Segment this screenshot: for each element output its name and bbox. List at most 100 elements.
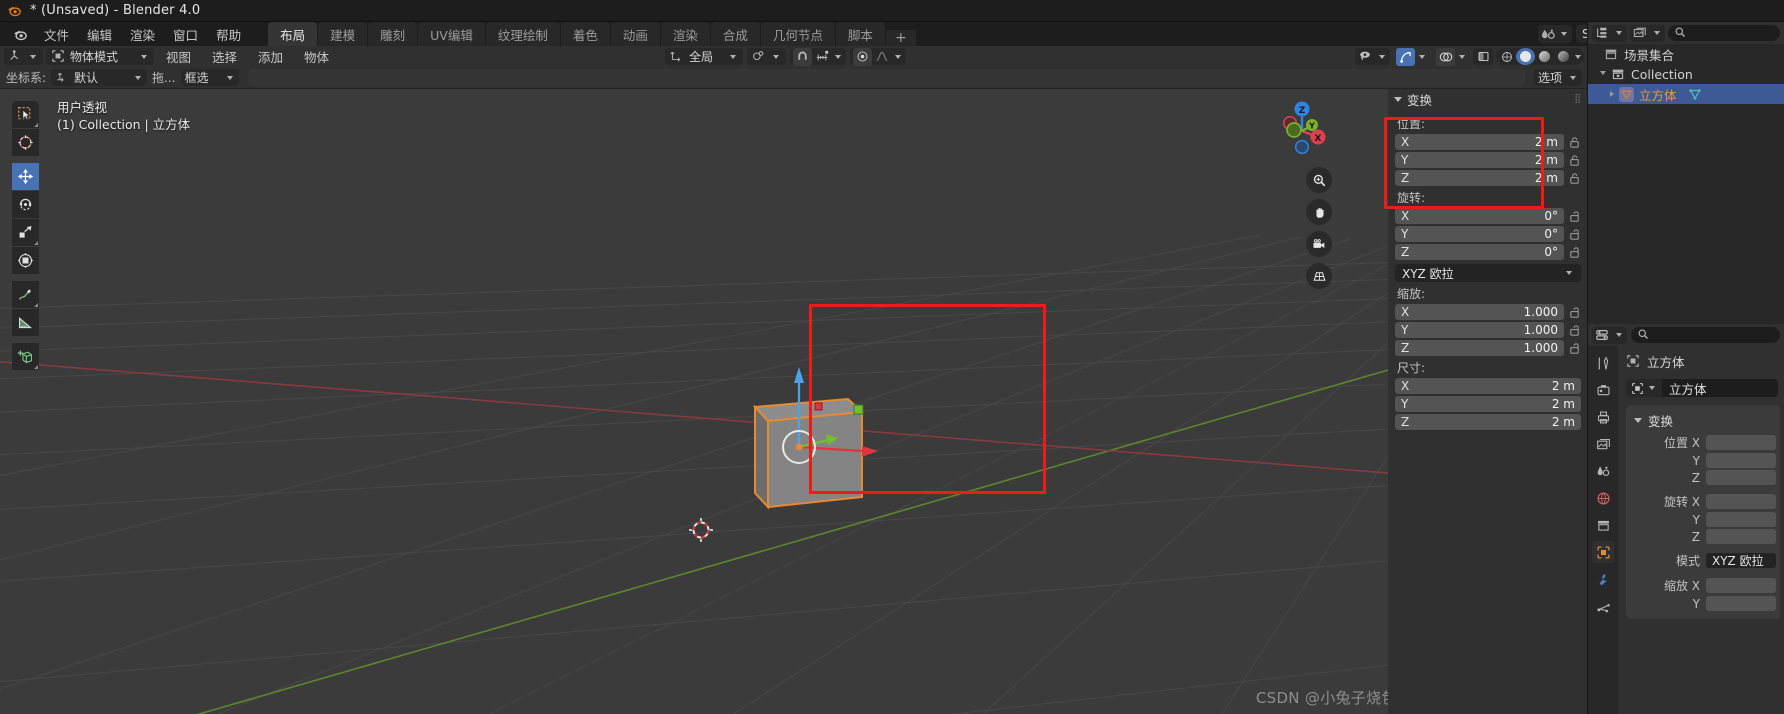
- tool-measure[interactable]: [12, 309, 39, 336]
- properties-row-field[interactable]: [1706, 494, 1776, 509]
- unlock-icon[interactable]: [1568, 210, 1581, 223]
- tool-cursor[interactable]: [12, 129, 39, 156]
- properties-tab-modifier[interactable]: [1592, 568, 1614, 590]
- properties-row-field[interactable]: [1706, 578, 1776, 593]
- menu-help[interactable]: 帮助: [207, 22, 250, 46]
- position-y-field[interactable]: Y 2 m: [1395, 152, 1564, 168]
- rotation-x-field[interactable]: X 0°: [1395, 208, 1564, 224]
- outliner-editor-type-button[interactable]: [1592, 24, 1627, 42]
- properties-row-field[interactable]: [1706, 512, 1776, 527]
- options-menu[interactable]: 选项: [1534, 69, 1582, 86]
- properties-row-field[interactable]: [1706, 435, 1776, 450]
- rotation-y-field[interactable]: Y 0°: [1395, 226, 1564, 242]
- proportional-edit-group[interactable]: [850, 47, 906, 66]
- dimensions-z-field[interactable]: Z 2 m: [1395, 414, 1581, 430]
- properties-editor-type-button[interactable]: [1592, 326, 1627, 344]
- properties-tab-tool[interactable]: [1592, 352, 1614, 374]
- shading-rendered-icon[interactable]: [1554, 48, 1573, 65]
- unlock-icon[interactable]: [1568, 324, 1581, 337]
- chevron-right-icon[interactable]: [1610, 91, 1614, 97]
- unlock-icon[interactable]: [1568, 228, 1581, 241]
- editor-type-button[interactable]: [4, 48, 43, 65]
- shading-material-icon[interactable]: [1535, 48, 1554, 65]
- proportional-falloff-icon[interactable]: [875, 49, 890, 64]
- tab-compositing[interactable]: 合成: [710, 22, 760, 46]
- menu-edit[interactable]: 编辑: [78, 22, 121, 46]
- properties-rotation-mode-value[interactable]: XYZ 欧拉: [1706, 553, 1776, 568]
- overlays-icon[interactable]: [1436, 47, 1455, 66]
- tool-tweak-select-box[interactable]: [12, 101, 39, 128]
- transform-orientation-selector[interactable]: 全局: [665, 48, 743, 65]
- properties-tab-object[interactable]: [1592, 541, 1614, 563]
- outliner-display-mode-button[interactable]: [1630, 24, 1665, 42]
- object-name-field[interactable]: 立方体: [1626, 379, 1778, 397]
- mesh-data-icon[interactable]: [1688, 87, 1703, 102]
- scale-y-field[interactable]: Y 1.000: [1395, 322, 1564, 338]
- menu-file[interactable]: 文件: [35, 22, 78, 46]
- lock-icon[interactable]: [1568, 136, 1581, 149]
- snapping-group[interactable]: [790, 47, 846, 66]
- menu-render[interactable]: 渲染: [121, 22, 164, 46]
- properties-row-field[interactable]: [1706, 453, 1776, 468]
- properties-tab-particles[interactable]: [1592, 595, 1614, 617]
- scale-z-field[interactable]: Z 1.000: [1395, 340, 1564, 356]
- shading-mode-group[interactable]: [1496, 48, 1584, 65]
- outliner-search-input[interactable]: [1668, 25, 1780, 41]
- properties-search-input[interactable]: [1631, 327, 1780, 343]
- outliner-row-cube[interactable]: 立方体: [1588, 84, 1784, 104]
- tool-add-cube[interactable]: [12, 343, 39, 370]
- tool-rotate[interactable]: [12, 191, 39, 218]
- chevron-down-icon[interactable]: [1600, 70, 1606, 78]
- tab-texture-paint[interactable]: 纹理绘制: [485, 22, 560, 46]
- viewport-menu-select[interactable]: 选择: [203, 46, 246, 67]
- proportional-edit-icon[interactable]: [853, 47, 872, 66]
- properties-tab-scene[interactable]: [1592, 460, 1614, 482]
- dimensions-y-field[interactable]: Y 2 m: [1395, 396, 1581, 412]
- tab-shading[interactable]: 着色: [560, 22, 610, 46]
- 3d-viewport[interactable]: 用户透视 (1) Collection | 立方体 Z X Y CSDN @小兔…: [0, 89, 1588, 714]
- gizmo-icon[interactable]: [1396, 47, 1415, 66]
- rotation-z-field[interactable]: Z 0°: [1395, 244, 1564, 260]
- outliner-search-field[interactable]: [1690, 26, 1774, 40]
- tool-move[interactable]: [12, 163, 39, 190]
- outliner-row-scene-collection[interactable]: 场景集合: [1588, 44, 1784, 64]
- ortho-persp-icon[interactable]: [1306, 263, 1332, 289]
- shading-solid-icon[interactable]: [1516, 48, 1535, 65]
- viewport-menu-object[interactable]: 物体: [295, 46, 338, 67]
- scale-x-field[interactable]: X 1.000: [1395, 304, 1564, 320]
- tool-transform[interactable]: [12, 247, 39, 274]
- properties-row-field[interactable]: [1706, 529, 1776, 544]
- tool-scale[interactable]: [12, 219, 39, 246]
- position-x-field[interactable]: X 2 m: [1395, 134, 1564, 150]
- tab-rendering[interactable]: 渲染: [660, 22, 710, 46]
- tab-layout[interactable]: 布局: [268, 22, 318, 46]
- viewport-menu-add[interactable]: 添加: [249, 46, 292, 67]
- outliner-row-collection[interactable]: Collection: [1588, 64, 1784, 84]
- position-z-field[interactable]: Z 2 m: [1395, 170, 1564, 186]
- visibility-selector[interactable]: [1355, 48, 1390, 65]
- viewport-menu-view[interactable]: 视图: [157, 46, 200, 67]
- properties-tab-output[interactable]: [1592, 406, 1614, 428]
- pivot-point-selector[interactable]: [747, 48, 786, 65]
- gizmo-group[interactable]: [1393, 47, 1430, 66]
- tab-sculpting[interactable]: 雕刻: [368, 22, 418, 46]
- pan-hand-icon[interactable]: [1306, 199, 1332, 225]
- lock-icon[interactable]: [1568, 154, 1581, 167]
- properties-row-field[interactable]: [1706, 470, 1776, 485]
- properties-tab-render[interactable]: [1592, 379, 1614, 401]
- tab-uv-editing[interactable]: UV编辑: [418, 22, 485, 46]
- dimensions-x-field[interactable]: X 2 m: [1395, 378, 1581, 394]
- rotation-mode-dropdown[interactable]: XYZ 欧拉: [1395, 264, 1581, 282]
- mode-selector[interactable]: 物体模式: [46, 48, 154, 65]
- n-panel-header[interactable]: 变换 ⣿: [1388, 89, 1588, 109]
- xray-icon[interactable]: [1473, 48, 1493, 65]
- properties-tab-collection[interactable]: [1592, 514, 1614, 536]
- properties-tab-view-layer[interactable]: [1592, 433, 1614, 455]
- snap-magnet-icon[interactable]: [793, 47, 812, 66]
- zoom-icon[interactable]: [1306, 167, 1332, 193]
- tool-annotate[interactable]: [12, 281, 39, 308]
- lock-icon[interactable]: [1568, 172, 1581, 185]
- snap-increment-icon[interactable]: [815, 49, 830, 64]
- unlock-icon[interactable]: [1568, 342, 1581, 355]
- orientation-settings-combo[interactable]: 默认: [51, 69, 148, 86]
